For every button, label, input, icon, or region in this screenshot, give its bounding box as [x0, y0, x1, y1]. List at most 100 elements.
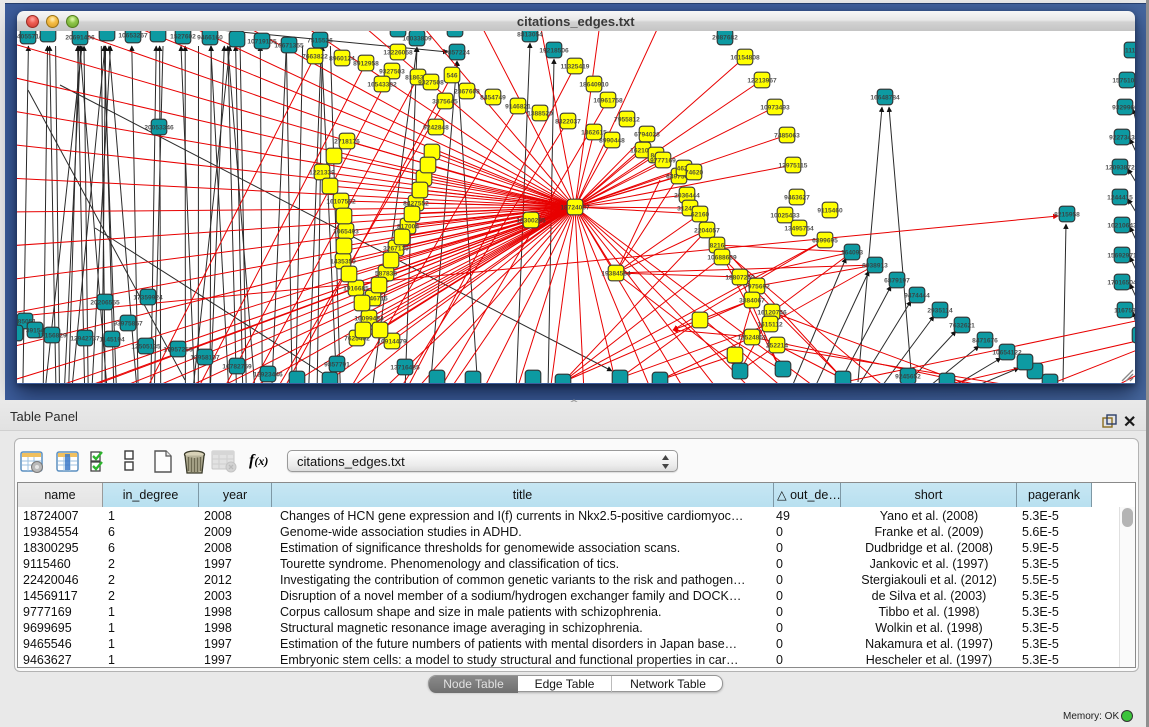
- svg-text:13495754: 13495754: [784, 225, 814, 232]
- svg-text:7955812: 7955812: [614, 116, 640, 123]
- svg-text:10958107: 10958107: [190, 354, 220, 361]
- svg-text:9327503: 9327503: [379, 68, 405, 75]
- svg-text:9242848: 9242848: [423, 124, 449, 131]
- svg-text:9245652: 9245652: [895, 373, 921, 380]
- svg-text:2935114: 2935114: [927, 307, 953, 314]
- svg-text:16914479: 16914479: [377, 338, 407, 345]
- svg-text:16961758: 16961758: [593, 97, 623, 104]
- svg-text:12942737: 12942737: [70, 335, 100, 342]
- svg-text:2367608: 2367608: [454, 88, 480, 95]
- svg-text:9777169: 9777169: [650, 157, 676, 164]
- svg-text:164093: 164093: [841, 249, 863, 256]
- svg-text:7515526: 7515526: [307, 37, 333, 44]
- svg-text:7975692: 7975692: [744, 283, 770, 290]
- svg-text:9227343: 9227343: [1109, 134, 1135, 141]
- svg-text:10973493: 10973493: [760, 104, 790, 111]
- svg-text:9327508: 9327508: [418, 79, 444, 86]
- svg-text:14055714: 14055714: [17, 33, 43, 40]
- svg-text:3884067: 3884067: [739, 297, 765, 304]
- svg-text:20206555: 20206555: [90, 299, 120, 306]
- svg-text:13524851: 13524851: [737, 334, 767, 341]
- svg-text:19218506: 19218506: [539, 47, 569, 54]
- svg-text:12093872: 12093872: [1105, 164, 1135, 171]
- svg-text:252214: 252214: [766, 342, 788, 349]
- svg-text:16648784: 16648784: [870, 94, 900, 101]
- svg-text:15692971: 15692971: [1107, 252, 1135, 259]
- svg-text:7857224: 7857224: [444, 49, 470, 56]
- svg-text:1244415: 1244415: [1107, 194, 1133, 201]
- svg-text:16543382: 16543382: [367, 81, 397, 88]
- svg-text:12505135: 12505135: [131, 343, 161, 350]
- svg-text:12213967: 12213967: [747, 77, 777, 84]
- svg-text:8216: 8216: [710, 242, 725, 249]
- svg-text:16782759: 16782759: [222, 363, 252, 370]
- svg-text:93975857: 93975857: [113, 320, 143, 327]
- svg-text:8938913: 8938913: [862, 262, 888, 269]
- svg-text:12975115: 12975115: [779, 162, 808, 169]
- svg-text:19384554: 19384554: [601, 270, 631, 277]
- svg-text:8215958: 8215958: [1054, 211, 1080, 218]
- svg-text:16120746: 16120746: [757, 309, 787, 316]
- svg-text:9463627: 9463627: [784, 194, 810, 201]
- svg-text:8813054: 8813054: [517, 31, 543, 38]
- svg-text:16671355: 16671355: [274, 42, 304, 49]
- svg-text:10025433: 10025433: [770, 212, 800, 219]
- svg-text:3267130: 3267130: [383, 245, 409, 252]
- svg-text:12923446: 12923446: [253, 371, 283, 378]
- svg-text:1112: 1112: [1125, 47, 1135, 54]
- svg-text:13716485: 13716485: [390, 364, 420, 371]
- svg-text:16033809: 16033809: [402, 35, 432, 42]
- svg-text:2036444: 2036444: [674, 192, 700, 199]
- svg-text:1362615: 1362615: [581, 129, 607, 136]
- svg-text:2204057: 2204057: [694, 227, 720, 234]
- svg-text:9146821: 9146821: [505, 103, 531, 110]
- svg-text:74620: 74620: [685, 169, 704, 176]
- svg-text:3875645: 3875645: [432, 98, 458, 105]
- svg-text:11325419: 11325419: [561, 63, 590, 70]
- svg-text:6879197: 6879197: [884, 277, 910, 284]
- svg-text:1145194: 1145194: [99, 336, 125, 343]
- svg-text:62160: 62160: [691, 211, 710, 218]
- svg-text:1435359: 1435359: [330, 258, 356, 265]
- svg-text:587835: 587835: [375, 270, 397, 277]
- svg-text:17957255: 17957255: [163, 346, 193, 353]
- svg-text:16154808: 16154808: [730, 54, 760, 61]
- svg-text:116753: 116753: [1114, 307, 1135, 314]
- svg-text:1065493: 1065493: [333, 228, 359, 235]
- svg-text:7632621: 7632621: [949, 322, 975, 329]
- svg-text:12156829: 12156829: [37, 332, 67, 339]
- svg-text:9115460: 9115460: [817, 207, 843, 214]
- svg-text:9466160: 9466160: [197, 34, 223, 41]
- svg-text:6899695: 6899695: [812, 237, 838, 244]
- svg-text:6794028: 6794028: [634, 131, 660, 138]
- svg-text:9329966: 9329966: [1112, 104, 1135, 111]
- svg-text:10688639: 10688639: [707, 254, 737, 261]
- svg-text:16107552: 16107552: [326, 198, 356, 205]
- svg-text:546: 546: [446, 72, 457, 79]
- svg-text:7663822: 7663822: [302, 53, 328, 60]
- svg-text:17016504: 17016504: [1107, 279, 1135, 286]
- svg-text:18724007: 18724007: [560, 204, 590, 211]
- svg-text:20691406: 20691406: [65, 34, 95, 41]
- svg-text:16210643: 16210643: [1107, 222, 1135, 229]
- svg-text:20053346: 20053346: [144, 124, 174, 131]
- svg-text:8454749: 8454749: [480, 94, 506, 101]
- svg-text:8960124: 8960124: [329, 55, 355, 62]
- svg-text:13226058: 13226058: [383, 49, 413, 56]
- svg-text:1388520: 1388520: [527, 110, 553, 117]
- svg-text:10653267: 10653267: [118, 32, 148, 39]
- svg-text:18300295: 18300295: [516, 217, 546, 224]
- svg-text:9474444: 9474444: [904, 292, 930, 299]
- svg-text:1527602: 1527602: [170, 33, 196, 40]
- svg-text:16099484: 16099484: [354, 315, 384, 322]
- svg-text:18640910: 18640910: [579, 81, 609, 88]
- svg-text:15751074: 15751074: [1112, 77, 1135, 84]
- svg-text:2718176: 2718176: [334, 138, 360, 145]
- svg-text:2087682: 2087682: [712, 34, 738, 41]
- svg-text:10719155: 10719155: [247, 38, 277, 45]
- svg-text:8322037: 8322037: [555, 118, 581, 125]
- svg-text:1221339: 1221339: [309, 169, 335, 176]
- svg-text:8912958: 8912958: [353, 60, 379, 67]
- svg-text:7485063: 7485063: [774, 132, 800, 139]
- svg-text:8471676: 8471676: [972, 337, 998, 344]
